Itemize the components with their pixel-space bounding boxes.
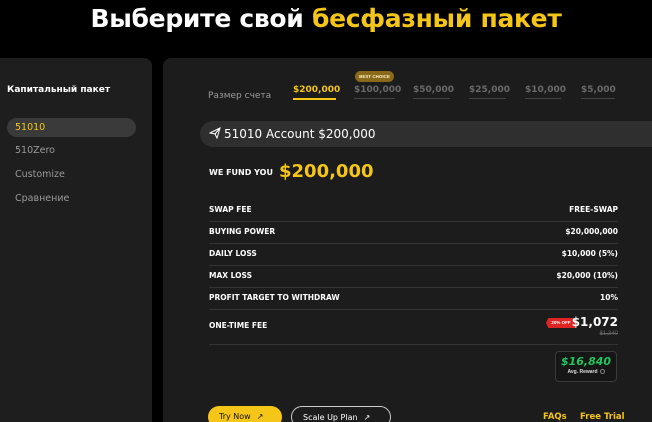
spec-value: FREE-SWAP (569, 205, 618, 214)
spec-key: BUYING POWER (209, 227, 276, 236)
reward-label-wrap: Avg. Reward (556, 369, 616, 375)
paper-plane-icon (209, 127, 221, 139)
spec-row-swap-fee: SWAP FEE FREE-SWAP (209, 200, 618, 222)
faqs-link[interactable]: FAQs (543, 412, 567, 422)
avg-reward-box: $16,840 Avg. Reward (555, 351, 617, 382)
arrow-up-right-icon: ↗ (256, 412, 264, 421)
spec-row-buying-power: BUYING POWER $20,000,000 (209, 222, 618, 244)
info-icon[interactable] (599, 369, 605, 375)
account-header-bar: 51010 Account $200,000 (200, 121, 652, 147)
fee-label: ONE-TIME FEE (209, 321, 268, 330)
one-time-fee-row: ONE-TIME FEE 20% OFF $1,072 $1,340 (209, 308, 618, 345)
sidebar-item-51010[interactable]: 51010 (7, 118, 136, 137)
try-now-label: Try Now (219, 412, 251, 421)
spec-value: $10,000 (5%) (561, 249, 618, 258)
account-title: 51010 Account $200,000 (224, 127, 376, 141)
sidebar-item-comparison[interactable]: Сравнение (7, 189, 136, 208)
scale-up-label: Scale Up Plan (303, 413, 358, 422)
sidebar-item-510zero[interactable]: 510Zero (7, 141, 136, 160)
package-sidebar: Капитальный пакет 51010 510Zero Customiz… (0, 58, 152, 422)
spec-key: SWAP FEE (209, 205, 252, 214)
fee-old-price: $1,340 (599, 331, 618, 337)
spec-value: $20,000,000 (565, 227, 618, 236)
scale-up-plan-button[interactable]: Scale Up Plan ↗ (291, 406, 391, 422)
page-headline: Выберите свой бесфазный пакет (0, 4, 652, 33)
spec-value: 10% (600, 293, 618, 302)
try-now-button[interactable]: Try Now ↗ (208, 406, 282, 422)
spec-row-max-loss: MAX LOSS $20,000 (10%) (209, 266, 618, 288)
reward-value: $16,840 (560, 355, 612, 368)
headline-accent: бесфазный пакет (311, 4, 562, 33)
sidebar-item-customize[interactable]: Customize (7, 165, 136, 184)
spec-row-profit-target: PROFIT TARGET TO WITHDRAW 10% (209, 288, 618, 310)
fund-label: WE FUND YOU (209, 168, 273, 177)
free-trial-link[interactable]: Free Trial (580, 412, 625, 422)
spec-key: MAX LOSS (209, 271, 253, 280)
best-choice-badge: BEST CHOICE (355, 71, 394, 82)
size-tab-5000[interactable]: $5,000 (581, 85, 616, 99)
headline-prefix: Выберите свой (90, 4, 312, 33)
fee-price: $1,072 (571, 315, 618, 329)
spec-value: $20,000 (10%) (556, 271, 618, 280)
spec-row-daily-loss: DAILY LOSS $10,000 (5%) (209, 244, 618, 266)
reward-label: Avg. Reward (567, 369, 598, 375)
size-tab-50000[interactable]: $50,000 (413, 85, 454, 99)
account-size-label: Размер счета (208, 91, 272, 101)
fund-amount: $200,000 (279, 161, 374, 182)
size-tab-10000[interactable]: $10,000 (525, 85, 566, 99)
size-tab-25000[interactable]: $25,000 (469, 85, 510, 99)
plan-panel: Размер счета BEST CHOICE $200,000 $100,0… (163, 58, 652, 422)
spec-key: PROFIT TARGET TO WITHDRAW (209, 293, 340, 302)
spec-key: DAILY LOSS (209, 249, 257, 258)
sidebar-title: Капитальный пакет (7, 85, 111, 95)
size-tab-200000[interactable]: $200,000 (293, 85, 340, 100)
size-tab-100000[interactable]: $100,000 (354, 85, 401, 99)
arrow-up-right-icon: ↗ (363, 413, 371, 422)
